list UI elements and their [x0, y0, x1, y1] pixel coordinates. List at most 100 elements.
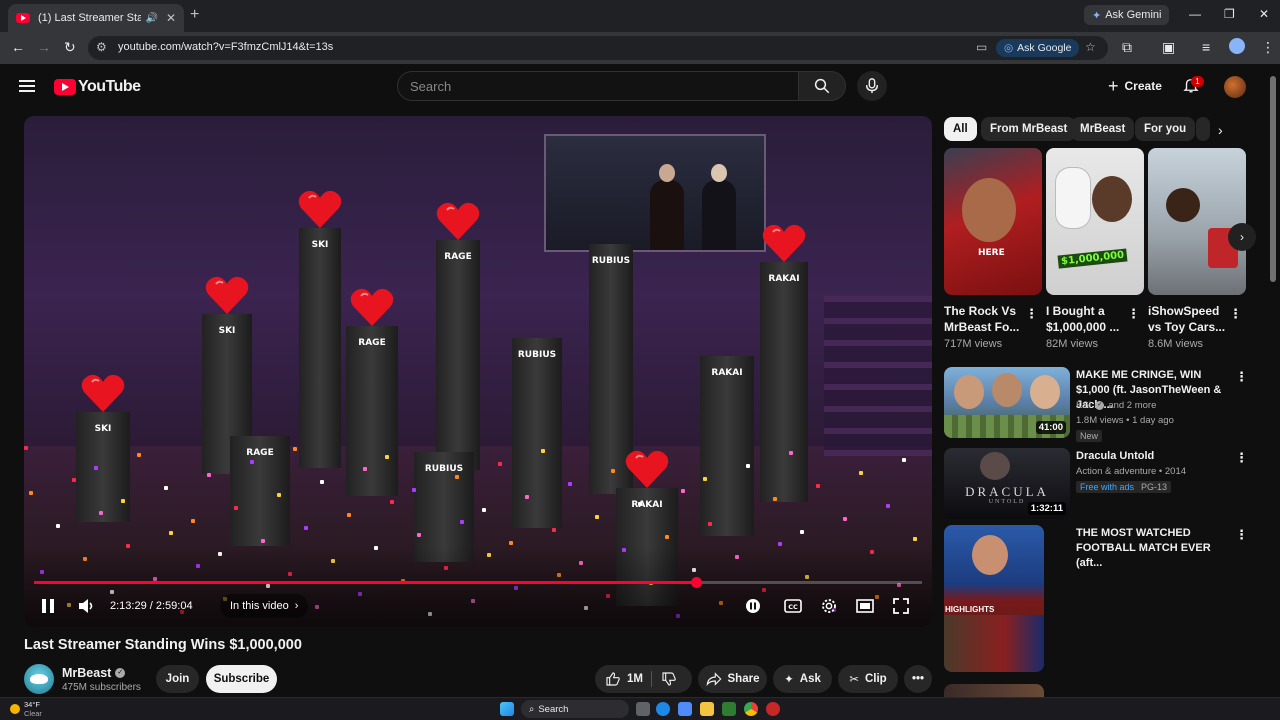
chip-from-mrbeast[interactable]: From MrBeast: [981, 117, 1077, 141]
in-this-video-button[interactable]: In this video ›: [220, 594, 309, 618]
recommendation-menu-icon[interactable]: ⋮: [1235, 450, 1248, 466]
like-button[interactable]: 1M: [605, 671, 643, 687]
minimize-icon[interactable]: —: [1189, 7, 1201, 21]
pause-icon: [42, 599, 54, 613]
page-scrollbar[interactable]: [1270, 76, 1276, 282]
address-bar[interactable]: ⚙ youtube.com/watch?v=F3fmzCmlJ14&t=13s …: [88, 36, 1108, 60]
recommendation-thumbnail[interactable]: HIGHLIGHTS: [944, 525, 1044, 672]
media-control-icon[interactable]: ≡: [1202, 39, 1210, 55]
short-thumbnail[interactable]: $1,000,000: [1046, 148, 1144, 295]
maximize-icon[interactable]: ❐: [1224, 7, 1235, 21]
recommendation-thumbnail[interactable]: 41:00: [944, 367, 1070, 438]
recommendation-title[interactable]: THE MOST WATCHED FOOTBALL MATCH EVER (af…: [1076, 526, 1231, 571]
short-menu-icon[interactable]: ⋮: [1025, 306, 1038, 322]
browser-tab[interactable]: (1) Last Streamer Standing 🔊 ✕: [8, 4, 184, 32]
share-button[interactable]: Share: [698, 665, 767, 693]
recommendation-thumbnail[interactable]: DRACULA UNTOLD 1:32:11: [944, 448, 1070, 519]
profile-avatar[interactable]: [1229, 38, 1245, 54]
pause-button[interactable]: [38, 594, 58, 618]
ask-button[interactable]: ✦ Ask: [773, 665, 832, 693]
short-title[interactable]: The Rock Vs MrBeast Fo...: [944, 303, 1024, 335]
scrubber-handle[interactable]: [690, 577, 702, 588]
fullscreen-icon: [893, 598, 909, 614]
store-icon[interactable]: [722, 702, 736, 716]
subscribe-button[interactable]: Subscribe: [206, 665, 277, 693]
window-close-icon[interactable]: ✕: [1259, 7, 1269, 21]
search-input[interactable]: Search: [397, 71, 799, 101]
confetti-piece: [363, 467, 367, 471]
account-avatar[interactable]: [1224, 76, 1246, 98]
bookmark-star-icon[interactable]: ☆: [1085, 40, 1096, 54]
recommendation-title[interactable]: Dracula Untold: [1076, 449, 1231, 464]
settings-button[interactable]: [818, 594, 840, 618]
url-text[interactable]: youtube.com/watch?v=F3fmzCmlJ14&t=13s: [118, 41, 333, 53]
dislike-button[interactable]: [661, 671, 677, 690]
channel-name[interactable]: MrBeast: [62, 666, 111, 680]
chip-mrbeast[interactable]: MrBeast: [1071, 117, 1135, 141]
fullscreen-button[interactable]: [890, 594, 912, 618]
voice-search-button[interactable]: [857, 71, 887, 101]
shorts-next-icon[interactable]: ›: [1228, 223, 1256, 251]
video-player[interactable]: SKI SKI SKI RAGE RAGE RAGE RUBIUS RUBIUS RUBIUS R…: [24, 116, 932, 627]
chips-next-icon[interactable]: ›: [1218, 122, 1223, 138]
copilot-icon[interactable]: [678, 702, 692, 716]
create-button[interactable]: + Create: [1098, 71, 1172, 101]
captions-button[interactable]: CC: [782, 594, 804, 618]
weather-condition: Clear: [24, 709, 42, 718]
chip-all[interactable]: All: [944, 117, 977, 141]
short-menu-icon[interactable]: ⋮: [1127, 306, 1140, 322]
split-view-icon[interactable]: ▣: [1162, 39, 1175, 56]
search-button[interactable]: [798, 71, 846, 101]
short-title[interactable]: iShowSpeed vs Toy Cars...: [1148, 303, 1228, 335]
forward-icon[interactable]: →: [37, 39, 51, 55]
short-menu-icon[interactable]: ⋮: [1229, 306, 1242, 322]
tab-audio-icon[interactable]: 🔊: [145, 13, 157, 24]
browser-menu-icon[interactable]: ⋮: [1261, 39, 1275, 56]
cast-icon[interactable]: ▭: [976, 40, 987, 54]
short-thumbnail[interactable]: HERE: [944, 148, 1042, 295]
recommendation-channel[interactable]: KSI: [1076, 400, 1091, 411]
chip-cutoff[interactable]: [1196, 117, 1210, 141]
volume-button[interactable]: [76, 594, 98, 618]
site-info-icon[interactable]: ⚙: [96, 40, 107, 54]
recommendation-menu-icon[interactable]: ⋮: [1235, 527, 1248, 543]
app-icon[interactable]: [766, 702, 780, 716]
extensions-icon[interactable]: ⧉: [1122, 39, 1132, 56]
channel-avatar[interactable]: [24, 664, 54, 694]
recommendation-thumbnail[interactable]: [944, 684, 1044, 697]
pillar-name: SKI: [218, 326, 236, 336]
ask-google-button[interactable]: ◎ Ask Google: [996, 39, 1080, 57]
youtube-logo[interactable]: YouTube: [54, 78, 141, 96]
task-view-icon[interactable]: [636, 702, 650, 716]
chip-for-you[interactable]: For you: [1135, 117, 1196, 141]
channel-name-row[interactable]: MrBeast ✓: [62, 666, 126, 680]
subscriber-count: 475M subscribers: [62, 682, 141, 693]
file-explorer-icon[interactable]: [700, 702, 714, 716]
ask-gemini-button[interactable]: ✦ Ask Gemini: [1084, 5, 1170, 25]
microphone-icon: [865, 78, 879, 94]
edge-icon[interactable]: [656, 702, 670, 716]
autoplay-toggle[interactable]: [742, 594, 764, 618]
reload-icon[interactable]: ↻: [64, 39, 76, 56]
tab-close-icon[interactable]: ✕: [166, 11, 176, 25]
short-thumbnail[interactable]: [1148, 148, 1246, 295]
verified-icon: ✓: [1095, 401, 1105, 410]
weather-icon: [10, 704, 20, 714]
more-actions-button[interactable]: •••: [904, 665, 932, 693]
join-button[interactable]: Join: [156, 665, 199, 693]
progress-bar[interactable]: [34, 577, 922, 588]
new-tab-icon[interactable]: +: [190, 6, 199, 24]
clip-button[interactable]: ✂ Clip: [838, 665, 898, 693]
recommendation-collab[interactable]: and 2 more: [1108, 400, 1156, 411]
confetti-piece: [595, 515, 599, 519]
weather-widget[interactable]: 34°F Clear: [10, 700, 42, 718]
short-title[interactable]: I Bought a $1,000,000 ...: [1046, 303, 1126, 335]
back-icon[interactable]: ←: [11, 39, 25, 55]
recommendation-menu-icon[interactable]: ⋮: [1235, 369, 1248, 385]
scene-pillar: RUBIUS: [512, 338, 562, 528]
chrome-icon[interactable]: [744, 702, 758, 716]
menu-icon[interactable]: [19, 80, 35, 92]
theater-mode-button[interactable]: [854, 594, 876, 618]
start-icon[interactable]: [500, 702, 514, 716]
taskbar-search[interactable]: ⌕ Search: [521, 700, 629, 718]
